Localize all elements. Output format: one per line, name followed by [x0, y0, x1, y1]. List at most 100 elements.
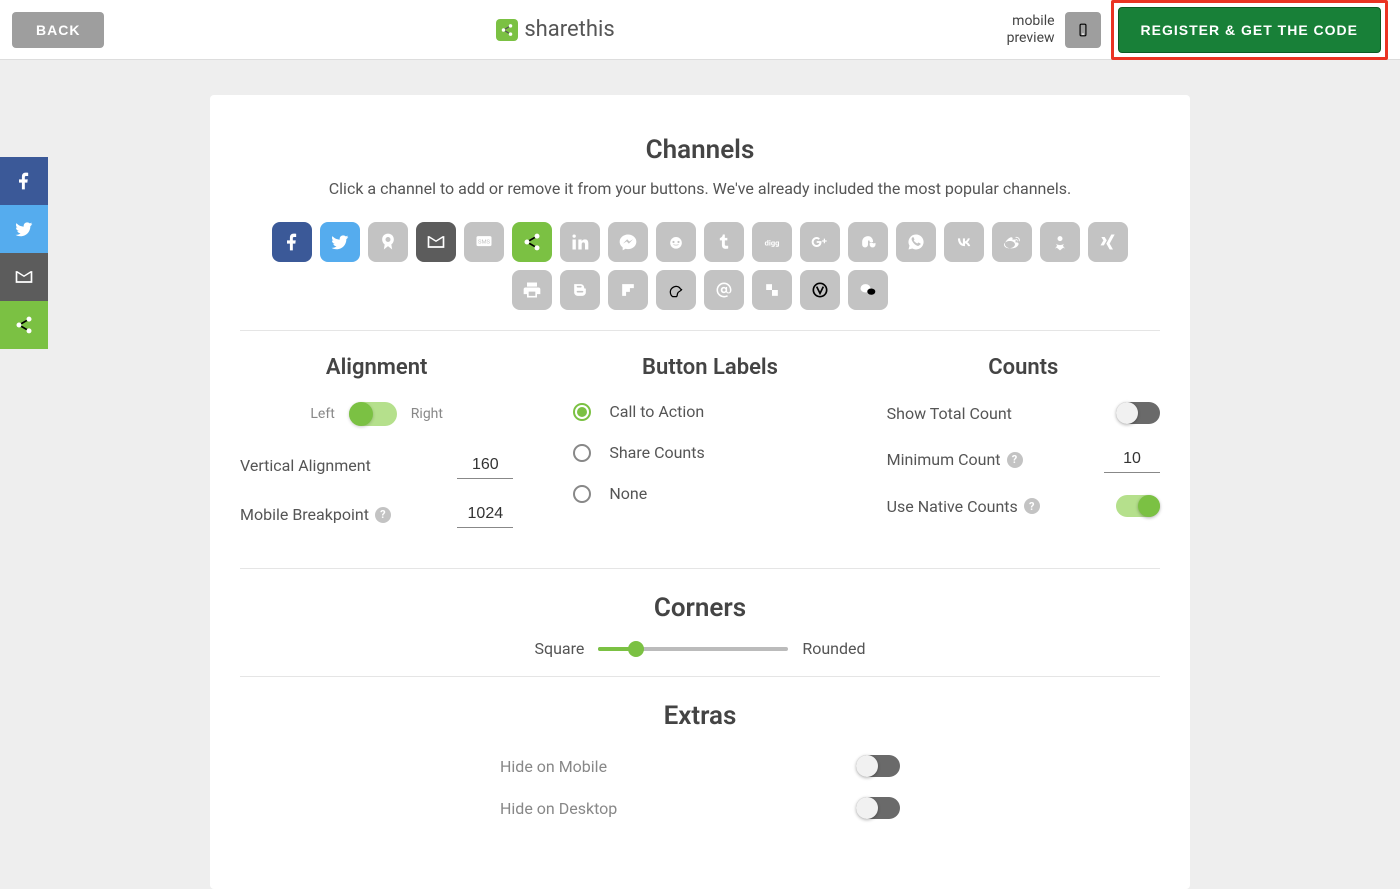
show-total-row: Show Total Count — [887, 402, 1160, 424]
channel-wechat[interactable] — [848, 270, 888, 310]
help-icon[interactable]: ? — [1007, 452, 1023, 468]
channels-title: Channels — [240, 135, 1160, 165]
channel-linkedin[interactable] — [560, 222, 600, 262]
help-icon[interactable]: ? — [1024, 498, 1040, 514]
channel-meneame[interactable] — [656, 270, 696, 310]
linkedin-icon — [570, 232, 590, 252]
channel-facebook[interactable] — [272, 222, 312, 262]
channel-delicious[interactable] — [752, 270, 792, 310]
email-icon — [426, 232, 446, 252]
radio-label: Share Counts — [609, 443, 704, 462]
radio-label: Call to Action — [609, 402, 704, 421]
radio-label: None — [609, 484, 647, 503]
channels-grid — [270, 222, 1130, 310]
channel-xing[interactable] — [1088, 222, 1128, 262]
livejournal-icon — [810, 280, 830, 300]
mobile-breakpoint-input[interactable] — [457, 501, 513, 528]
stumbleupon-icon — [858, 232, 878, 252]
labels-col: Button Labels Call to Action Share Counts… — [553, 355, 846, 550]
phone-icon — [1076, 19, 1090, 41]
wechat-icon — [858, 280, 878, 300]
labels-title: Button Labels — [573, 355, 846, 380]
sticky-share-bar — [0, 157, 48, 349]
meneame-icon — [666, 280, 686, 300]
extras-section: Extras Hide on Mobile Hide on Desktop — [500, 701, 900, 819]
side-facebook[interactable] — [0, 157, 48, 205]
alignment-toggle[interactable] — [349, 402, 397, 426]
weibo-icon — [1002, 232, 1022, 252]
side-twitter[interactable] — [0, 205, 48, 253]
counts-title: Counts — [887, 355, 1160, 380]
mobile-breakpoint-label: Mobile Breakpoint ? — [240, 505, 391, 524]
alignment-toggle-row: Left Right — [240, 402, 513, 426]
channel-sms[interactable] — [464, 222, 504, 262]
side-sharethis[interactable] — [0, 301, 48, 349]
channel-tumblr[interactable] — [704, 222, 744, 262]
channel-vk[interactable] — [944, 222, 984, 262]
corners-left-label: Square — [534, 639, 584, 658]
vertical-alignment-input[interactable] — [457, 452, 513, 479]
corners-section: Corners Square Rounded — [240, 593, 1160, 658]
sms-icon — [474, 232, 494, 252]
native-counts-toggle[interactable] — [1116, 495, 1160, 517]
hide-desktop-row: Hide on Desktop — [500, 797, 900, 819]
divider — [240, 568, 1160, 569]
channel-print[interactable] — [512, 270, 552, 310]
register-button[interactable]: REGISTER & GET THE CODE — [1118, 7, 1381, 53]
native-counts-row: Use Native Counts ? — [887, 495, 1160, 517]
channel-twitter[interactable] — [320, 222, 360, 262]
channel-flipboard[interactable] — [608, 270, 648, 310]
mailru-icon — [714, 280, 734, 300]
alignment-col: Alignment Left Right Vertical Alignment … — [240, 355, 513, 550]
tumblr-icon — [714, 232, 734, 252]
hide-mobile-row: Hide on Mobile — [500, 755, 900, 777]
sharethis-icon — [496, 19, 518, 41]
hide-mobile-toggle[interactable] — [856, 755, 900, 777]
channel-googleplus[interactable] — [800, 222, 840, 262]
channel-email[interactable] — [416, 222, 456, 262]
reddit-icon — [666, 232, 686, 252]
channel-messenger[interactable] — [608, 222, 648, 262]
help-icon[interactable]: ? — [375, 507, 391, 523]
corners-slider[interactable] — [598, 647, 788, 651]
twitter-icon — [330, 232, 350, 252]
blogger-icon — [570, 280, 590, 300]
hide-desktop-toggle[interactable] — [856, 797, 900, 819]
odnoklassniki-icon — [1050, 232, 1070, 252]
mobile-preview-label: mobile preview — [1007, 13, 1055, 47]
channel-digg[interactable] — [752, 222, 792, 262]
hide-mobile-label: Hide on Mobile — [500, 757, 607, 776]
channel-blogger[interactable] — [560, 270, 600, 310]
radio-icon — [573, 444, 591, 462]
radio-icon — [573, 485, 591, 503]
channel-pinterest[interactable] — [368, 222, 408, 262]
slider-thumb[interactable] — [628, 641, 644, 657]
native-counts-label: Use Native Counts ? — [887, 497, 1040, 516]
channel-mailru[interactable] — [704, 270, 744, 310]
channel-odnoklassniki[interactable] — [1040, 222, 1080, 262]
delicious-icon — [762, 280, 782, 300]
channel-whatsapp[interactable] — [896, 222, 936, 262]
channel-reddit[interactable] — [656, 222, 696, 262]
flipboard-icon — [618, 280, 638, 300]
side-email[interactable] — [0, 253, 48, 301]
align-left-label: Left — [310, 406, 334, 422]
brand-text: sharethis — [524, 17, 614, 42]
hide-desktop-label: Hide on Desktop — [500, 799, 617, 818]
channel-sharethis[interactable] — [512, 222, 552, 262]
channel-weibo[interactable] — [992, 222, 1032, 262]
show-total-toggle[interactable] — [1116, 402, 1160, 424]
channel-stumbleupon[interactable] — [848, 222, 888, 262]
twitter-icon — [14, 219, 34, 239]
label-option-1[interactable]: Share Counts — [573, 443, 846, 462]
label-option-0[interactable]: Call to Action — [573, 402, 846, 421]
vk-icon — [954, 232, 974, 252]
alignment-title: Alignment — [240, 355, 513, 380]
back-button[interactable]: BACK — [12, 12, 104, 48]
minimum-count-input[interactable] — [1104, 446, 1160, 473]
align-right-label: Right — [411, 406, 443, 422]
print-icon — [522, 280, 542, 300]
mobile-preview-button[interactable] — [1065, 12, 1101, 48]
label-option-2[interactable]: None — [573, 484, 846, 503]
channel-livejournal[interactable] — [800, 270, 840, 310]
